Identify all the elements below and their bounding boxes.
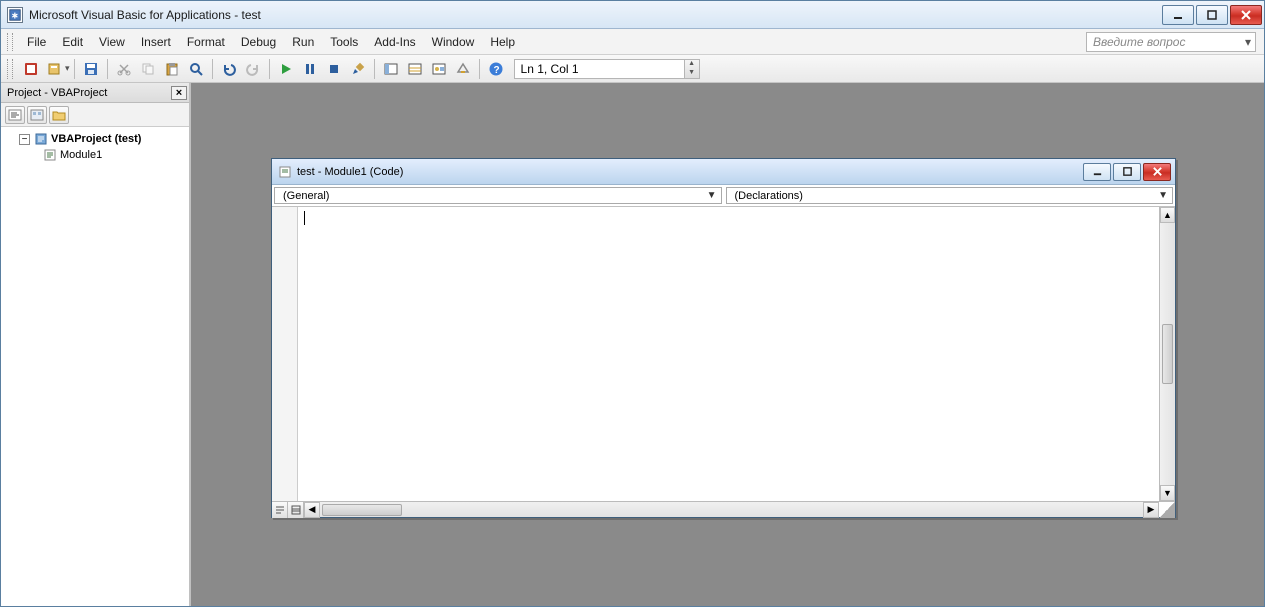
code-window-maximize-button[interactable] <box>1113 163 1141 181</box>
code-window-close-button[interactable] <box>1143 163 1171 181</box>
cursor-position-readout: Ln 1, Col 1 <box>514 59 684 79</box>
find-button[interactable] <box>185 58 207 80</box>
procedure-view-button[interactable] <box>272 502 288 518</box>
menu-format[interactable]: Format <box>179 32 233 52</box>
project-explorer-title: Project - VBAProject <box>7 87 107 99</box>
tree-project-label: VBAProject (test) <box>51 131 141 147</box>
project-icon <box>34 132 48 146</box>
paste-button[interactable] <box>161 58 183 80</box>
menu-edit[interactable]: Edit <box>54 32 91 52</box>
menu-debug[interactable]: Debug <box>233 32 284 52</box>
code-window-minimize-button[interactable] <box>1083 163 1111 181</box>
horizontal-scrollbar[interactable]: ◀ ▶ <box>304 502 1159 517</box>
vertical-scroll-thumb[interactable] <box>1162 324 1173 384</box>
module-icon <box>43 148 57 162</box>
position-spinner[interactable]: ▲▼ <box>684 59 700 79</box>
project-explorer-button[interactable] <box>380 58 402 80</box>
text-caret-icon <box>304 211 305 225</box>
tree-project-root[interactable]: − VBAProject (test) <box>19 131 185 147</box>
menu-run[interactable]: Run <box>284 32 322 52</box>
scroll-left-icon[interactable]: ◀ <box>304 502 320 518</box>
project-explorer-close-button[interactable]: × <box>171 86 187 100</box>
object-dropdown-value: (General) <box>283 190 329 202</box>
redo-button[interactable] <box>242 58 264 80</box>
menu-file[interactable]: File <box>19 32 54 52</box>
code-window-controls <box>1083 163 1171 181</box>
main-titlebar: ✱ Microsoft Visual Basic for Application… <box>1 1 1264 29</box>
project-explorer-panel: Project - VBAProject × − VBAProject (tes… <box>1 83 191 606</box>
chevron-down-icon: ▼ <box>1158 190 1168 201</box>
menu-insert[interactable]: Insert <box>133 32 179 52</box>
design-mode-button[interactable] <box>347 58 369 80</box>
break-button[interactable] <box>299 58 321 80</box>
standard-toolbar: ▾ ? Ln 1, Col 1 ▲▼ <box>1 55 1264 83</box>
resize-grip-icon[interactable] <box>1159 502 1175 518</box>
view-code-button[interactable] <box>5 106 25 124</box>
code-window: test - Module1 (Code) (General) ▼ (Decla… <box>271 158 1176 518</box>
procedure-dropdown-value: (Declarations) <box>735 190 803 202</box>
procedure-dropdown[interactable]: (Declarations) ▼ <box>726 187 1174 204</box>
code-editor-body: ▲ ▼ <box>272 207 1175 501</box>
menu-view[interactable]: View <box>91 32 133 52</box>
vertical-scrollbar[interactable]: ▲ ▼ <box>1159 207 1175 501</box>
view-object-button[interactable] <box>27 106 47 124</box>
module-window-icon <box>278 165 292 179</box>
object-dropdown[interactable]: (General) ▼ <box>274 187 722 204</box>
run-sub-button[interactable] <box>275 58 297 80</box>
code-editor-textarea[interactable] <box>298 207 1159 501</box>
menu-tools[interactable]: Tools <box>322 32 366 52</box>
mdi-client-area: test - Module1 (Code) (General) ▼ (Decla… <box>191 83 1264 606</box>
chevron-down-icon: ▾ <box>1245 35 1251 49</box>
toggle-folders-button[interactable] <box>49 106 69 124</box>
cut-button[interactable] <box>113 58 135 80</box>
menu-help[interactable]: Help <box>482 32 523 52</box>
project-tree: − VBAProject (test) Module1 <box>1 127 189 606</box>
copy-button[interactable] <box>137 58 159 80</box>
view-host-app-button[interactable] <box>20 58 42 80</box>
menubar: File Edit View Insert Format Debug Run T… <box>1 29 1264 55</box>
tree-module-label: Module1 <box>60 147 102 163</box>
ask-a-question-box[interactable]: Введите вопрос ▾ <box>1086 32 1256 52</box>
code-window-dropdown-row: (General) ▼ (Declarations) ▼ <box>272 185 1175 207</box>
undo-button[interactable] <box>218 58 240 80</box>
full-module-view-button[interactable] <box>288 502 304 518</box>
code-margin-strip <box>272 207 298 501</box>
scroll-up-icon[interactable]: ▲ <box>1160 207 1175 223</box>
horizontal-scroll-thumb[interactable] <box>322 504 402 516</box>
scroll-down-icon[interactable]: ▼ <box>1160 485 1175 501</box>
toolbox-button[interactable] <box>452 58 474 80</box>
close-button[interactable] <box>1230 5 1262 25</box>
main-window-controls <box>1162 5 1262 25</box>
main-window-title: Microsoft Visual Basic for Applications … <box>29 8 1162 22</box>
vba-app-icon: ✱ <box>7 7 23 23</box>
help-button[interactable]: ? <box>485 58 507 80</box>
project-explorer-toolbar <box>1 103 189 127</box>
code-window-titlebar[interactable]: test - Module1 (Code) <box>272 159 1175 185</box>
code-window-title: test - Module1 (Code) <box>297 166 1083 178</box>
toolbar-grip-icon <box>7 59 13 79</box>
svg-text:✱: ✱ <box>12 11 19 20</box>
properties-window-button[interactable] <box>404 58 426 80</box>
insert-dropdown-caret-icon[interactable]: ▾ <box>65 63 70 74</box>
maximize-button[interactable] <box>1196 5 1228 25</box>
ask-a-question-placeholder: Введите вопрос <box>1093 35 1185 49</box>
scroll-right-icon[interactable]: ▶ <box>1143 502 1159 518</box>
chevron-down-icon: ▼ <box>707 190 717 201</box>
menu-grip-icon <box>7 33 13 51</box>
workspace-body: Project - VBAProject × − VBAProject (tes… <box>1 83 1264 606</box>
menu-addins[interactable]: Add-Ins <box>366 32 423 52</box>
save-button[interactable] <box>80 58 102 80</box>
tree-module-node[interactable]: Module1 <box>43 147 185 163</box>
svg-text:?: ? <box>493 65 499 76</box>
insert-item-button[interactable] <box>44 58 66 80</box>
object-browser-button[interactable] <box>428 58 450 80</box>
minimize-button[interactable] <box>1162 5 1194 25</box>
menu-window[interactable]: Window <box>424 32 483 52</box>
code-window-bottom-row: ◀ ▶ <box>272 501 1175 517</box>
vba-main-window: ✱ Microsoft Visual Basic for Application… <box>0 0 1265 607</box>
reset-button[interactable] <box>323 58 345 80</box>
tree-collapse-icon[interactable]: − <box>19 134 30 145</box>
project-explorer-header: Project - VBAProject × <box>1 83 189 103</box>
